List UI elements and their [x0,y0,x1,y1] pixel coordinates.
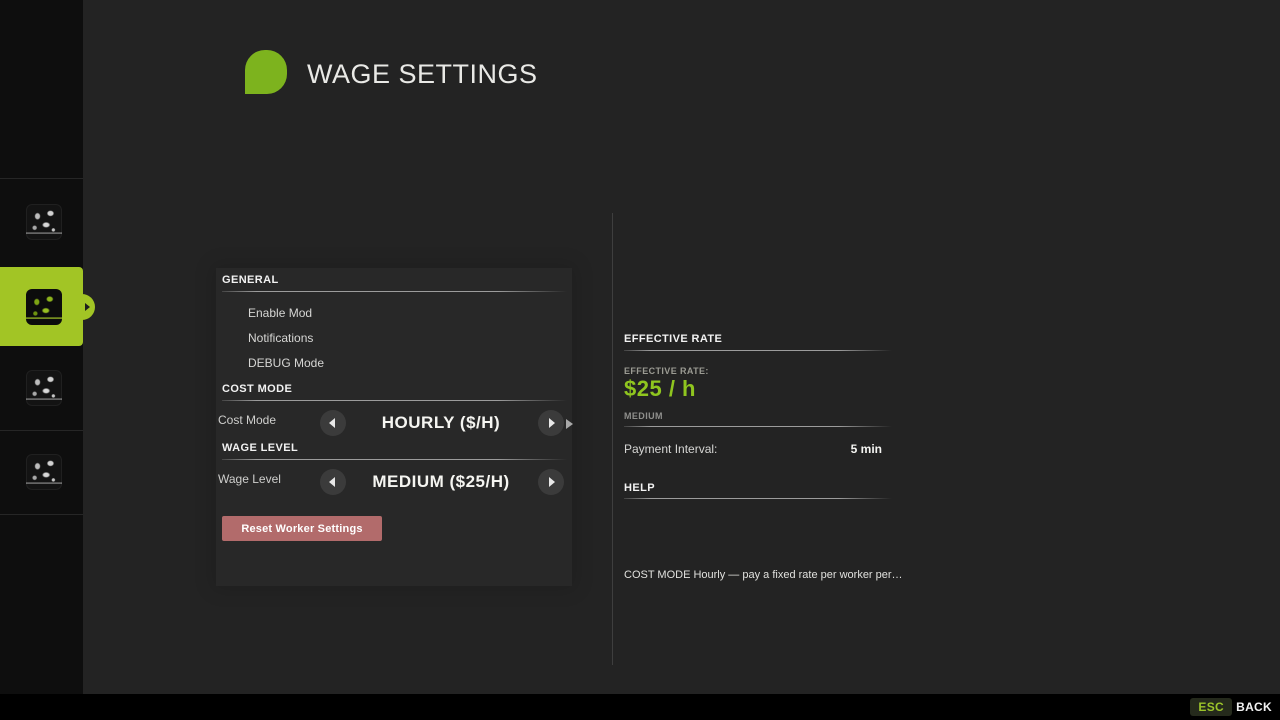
payment-interval-value: 5 min [851,442,882,456]
wage-level-value: MEDIUM ($25/H) [346,472,536,492]
divider [624,350,892,351]
wage-level-tag: MEDIUM [624,411,663,421]
effective-rate-value: $25 / h [624,376,696,402]
divider [222,291,567,292]
section-header-general: GENERAL [222,274,279,286]
page-title: WAGE SETTINGS [307,59,538,90]
selected-notch [69,294,95,320]
cost-mode-value: HOURLY ($/H) [346,413,536,433]
wage-level-label: Wage Level [218,472,281,486]
mod-icon [26,204,62,240]
sidebar-item-mod-2-selected[interactable] [0,267,83,346]
mod-icon [26,370,62,406]
cost-mode-label: Cost Mode [218,413,276,427]
chevron-right-icon [549,418,555,428]
help-text: COST MODE Hourly — pay a fixed rate per … [624,569,924,581]
sidebar-item-mod-1[interactable] [0,182,83,262]
app-logo-icon [245,50,287,94]
mod-icon [26,289,62,325]
divider [0,514,83,515]
mod-sidebar [0,0,83,694]
chevron-left-icon [329,418,335,428]
section-header-cost-mode: COST MODE [222,383,292,395]
divider [0,178,83,179]
esc-key-badge[interactable]: ESC [1190,698,1232,716]
effective-rate-label: EFFECTIVE RATE: [624,366,709,376]
option-debug-mode[interactable]: DEBUG Mode [248,356,324,370]
option-notifications[interactable]: Notifications [248,331,313,345]
divider [612,213,613,665]
wage-level-next-button[interactable] [538,469,564,495]
mod-icon [26,454,62,490]
sidebar-item-mod-4[interactable] [0,432,83,512]
sidebar-item-mod-3[interactable] [0,348,83,428]
divider [0,430,83,431]
back-button[interactable]: BACK [1236,700,1272,714]
section-header-wage-level: WAGE LEVEL [222,442,298,454]
cost-mode-next-button[interactable] [538,410,564,436]
wage-settings-screen: WAGE SETTINGS GENERAL Enable Mod Notific… [0,0,1280,720]
chevron-left-icon [329,477,335,487]
chevron-right-icon [85,303,90,311]
divider [222,400,567,401]
wage-level-prev-button[interactable] [320,469,346,495]
cost-mode-prev-button[interactable] [320,410,346,436]
footer-bar: ESC BACK [0,694,1280,720]
divider [624,498,892,499]
chevron-right-icon [549,477,555,487]
reset-worker-settings-button[interactable]: Reset Worker Settings [222,516,382,541]
option-enable-mod[interactable]: Enable Mod [248,306,312,320]
divider [624,426,892,427]
section-header-effective-rate: EFFECTIVE RATE [624,333,722,345]
section-header-help: HELP [624,482,655,494]
payment-interval-label: Payment Interval: [624,442,717,456]
mouse-cursor-icon [566,419,573,429]
divider [222,459,567,460]
